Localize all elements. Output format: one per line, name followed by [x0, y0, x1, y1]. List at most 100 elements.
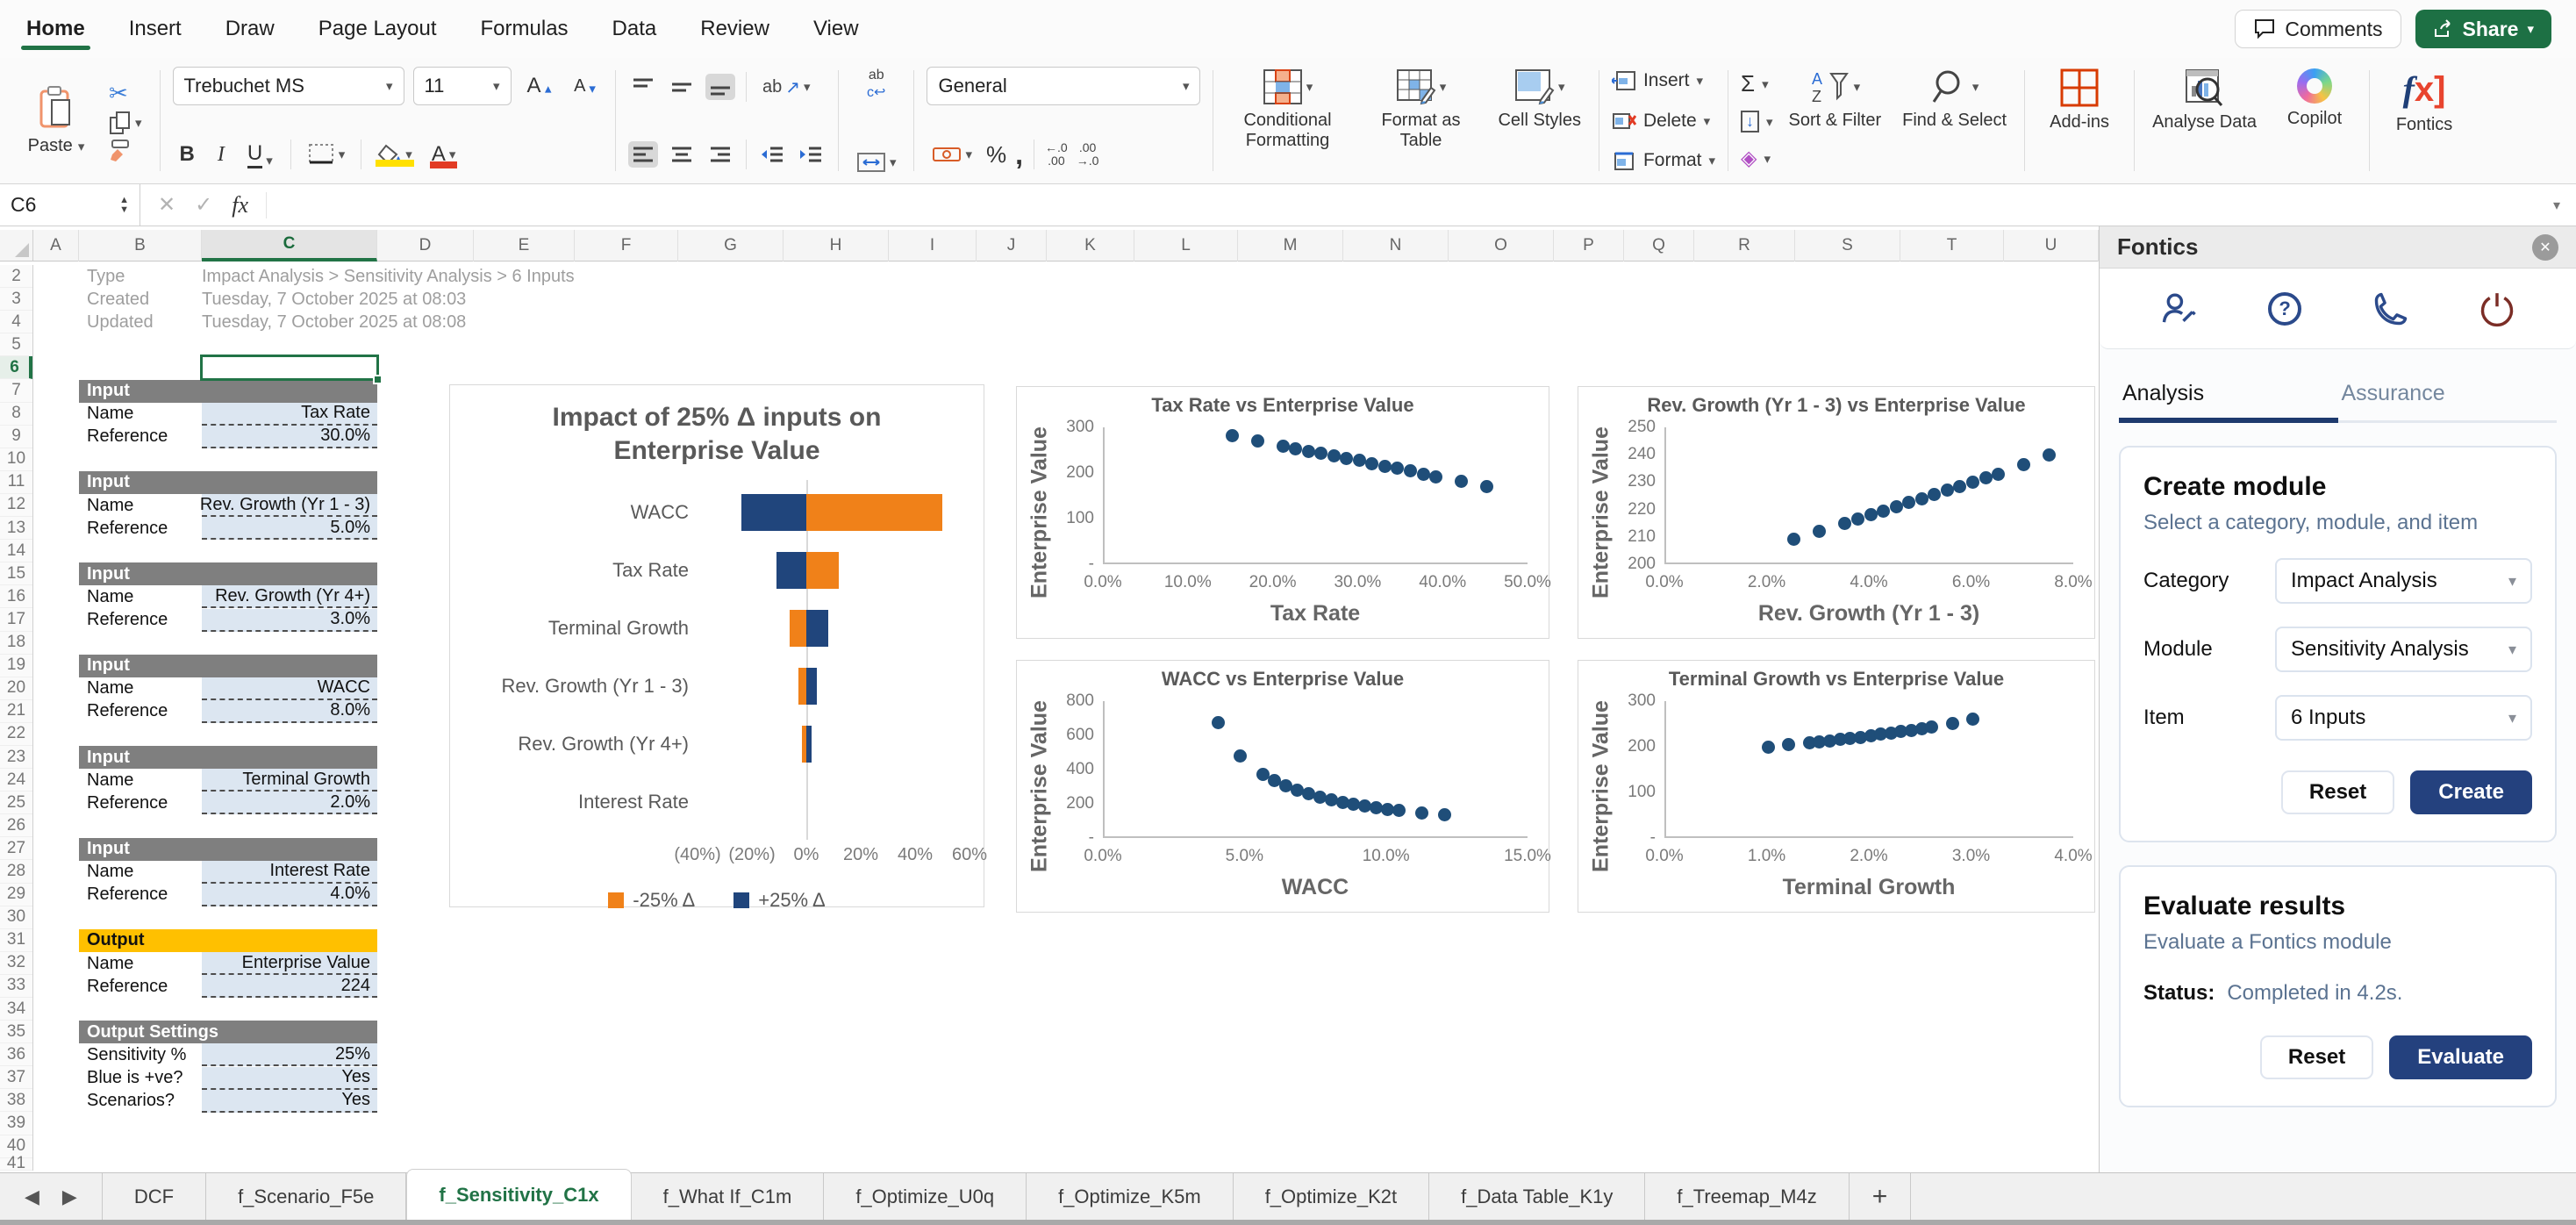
row-header-21[interactable]: 21	[0, 700, 32, 723]
row-header-24[interactable]: 24	[0, 769, 32, 792]
column-header-k[interactable]: K	[1047, 230, 1134, 261]
column-header-s[interactable]: S	[1795, 230, 1900, 261]
field-label-sensitivity-7[interactable]: Sensitivity %	[79, 1043, 202, 1066]
field-value-scenarios-7[interactable]: Yes	[202, 1090, 377, 1113]
field-value-name-4[interactable]: Terminal Growth	[202, 769, 377, 792]
menu-page-layout[interactable]: Page Layout	[317, 4, 439, 54]
field-label-reference-1[interactable]: Reference	[79, 517, 202, 540]
column-header-c[interactable]: C	[202, 230, 377, 261]
field-label-reference-3[interactable]: Reference	[79, 700, 202, 723]
chart-terminal-growth[interactable]: Terminal Growth vs Enterprise ValueEnter…	[1578, 660, 2095, 913]
chart-wacc[interactable]: WACC vs Enterprise ValueEnterprise Value…	[1016, 660, 1549, 913]
format-painter-button[interactable]	[104, 137, 147, 163]
block-header-input-5[interactable]: Input	[79, 838, 377, 861]
field-value-reference-5[interactable]: 4.0%	[202, 884, 377, 906]
insert-function-icon[interactable]: fx	[232, 192, 248, 218]
row-header-12[interactable]: 12	[0, 494, 32, 517]
sheet-tab-f-what-if-c1m[interactable]: f_What If_C1m	[632, 1173, 825, 1220]
field-label-blue-is-ve-7[interactable]: Blue is +ve?	[79, 1067, 202, 1090]
tab-assurance[interactable]: Assurance	[2338, 376, 2558, 420]
row-header-33[interactable]: 33	[0, 975, 32, 998]
field-label-name-4[interactable]: Name	[79, 769, 202, 792]
row-header-39[interactable]: 39	[0, 1112, 32, 1135]
add-ins-button[interactable]: Add-ins	[2037, 65, 2122, 176]
orientation-button[interactable]: ab↗▾	[757, 75, 816, 100]
decrease-font-button[interactable]: A▾	[567, 75, 603, 98]
formula-bar-expand-icon[interactable]: ▾	[2537, 197, 2576, 214]
column-header-j[interactable]: J	[977, 230, 1047, 261]
row-header-18[interactable]: 18	[0, 632, 32, 655]
meta-label-updated[interactable]: Updated	[87, 311, 202, 333]
row-header-38[interactable]: 38	[0, 1089, 32, 1112]
field-value-reference-2[interactable]: 3.0%	[202, 609, 377, 632]
decrease-decimal-button[interactable]: ←.0.00	[1045, 141, 1068, 168]
field-value-reference-0[interactable]: 30.0%	[202, 426, 377, 448]
italic-button[interactable]: I	[211, 141, 232, 168]
column-header-h[interactable]: H	[784, 230, 889, 261]
merge-center-button[interactable]: ▾	[851, 150, 902, 175]
field-value-name-2[interactable]: Rev. Growth (Yr 4+)	[202, 585, 377, 608]
align-top-button[interactable]	[628, 74, 658, 100]
phone-icon[interactable]	[2371, 289, 2411, 329]
font-name-select[interactable]: Trebuchet MS▾	[173, 67, 404, 105]
select-all-corner[interactable]	[0, 230, 33, 261]
find-select-button[interactable]: ▾ Find & Select	[1897, 65, 2012, 176]
evaluate-evaluate-button[interactable]: Evaluate	[2389, 1035, 2532, 1079]
field-value-reference-4[interactable]: 2.0%	[202, 792, 377, 814]
bold-button[interactable]: B	[173, 140, 202, 168]
block-header-input-2[interactable]: Input	[79, 562, 377, 585]
column-header-n[interactable]: N	[1343, 230, 1449, 261]
row-header-23[interactable]: 23	[0, 746, 32, 769]
decrease-indent-button[interactable]	[757, 141, 787, 168]
row-header-36[interactable]: 36	[0, 1043, 32, 1066]
chart-rev-growth-1-3[interactable]: Rev. Growth (Yr 1 - 3) vs Enterprise Val…	[1578, 386, 2095, 639]
field-value-name-0[interactable]: Tax Rate	[202, 403, 377, 426]
row-header-14[interactable]: 14	[0, 540, 32, 562]
delete-cells-button[interactable]: Delete▾	[1612, 111, 1715, 132]
column-header-p[interactable]: P	[1554, 230, 1624, 261]
sheet-tab-f-treemap-m4z[interactable]: f_Treemap_M4z	[1645, 1173, 1849, 1220]
row-header-4[interactable]: 4	[0, 311, 32, 333]
sheet-tab-f-optimize-k5m[interactable]: f_Optimize_K5m	[1027, 1173, 1234, 1220]
row-header-9[interactable]: 9	[0, 426, 32, 448]
column-header-r[interactable]: R	[1694, 230, 1795, 261]
wrap-text-button[interactable]: abc↩	[862, 67, 891, 102]
column-header-i[interactable]: I	[889, 230, 977, 261]
clear-button[interactable]: ◈▾	[1741, 146, 1773, 171]
increase-font-button[interactable]: A▾	[520, 72, 559, 100]
fill-color-button[interactable]: ▾	[372, 142, 418, 167]
share-button[interactable]: Share ▾	[2415, 10, 2551, 48]
row-header-41[interactable]: 41	[0, 1158, 32, 1171]
column-header-g[interactable]: G	[678, 230, 784, 261]
increase-decimal-button[interactable]: .00→.0	[1077, 141, 1099, 168]
cell-styles-button[interactable]: ▾ Cell Styles	[1492, 65, 1585, 176]
comma-style-button[interactable]: ,	[1015, 139, 1023, 171]
align-middle-button[interactable]	[667, 74, 697, 100]
row-header-5[interactable]: 5	[0, 333, 32, 356]
meta-label-created[interactable]: Created	[87, 288, 202, 311]
create-module-reset-button[interactable]: Reset	[2281, 770, 2394, 814]
category-select[interactable]: Impact Analysis▾	[2275, 558, 2532, 604]
column-header-a[interactable]: A	[33, 230, 79, 261]
field-value-name-1[interactable]: Rev. Growth (Yr 1 - 3)	[202, 494, 377, 517]
copy-button[interactable]: ▾	[104, 109, 147, 137]
row-header-20[interactable]: 20	[0, 677, 32, 700]
block-header-output-6[interactable]: Output	[79, 929, 377, 952]
sheet-tab-f-optimize-k2t[interactable]: f_Optimize_K2t	[1234, 1173, 1429, 1220]
row-header-2[interactable]: 2	[0, 265, 32, 288]
copilot-button[interactable]: Copilot	[2272, 65, 2357, 176]
tab-analysis[interactable]: Analysis	[2119, 376, 2338, 420]
column-header-u[interactable]: U	[2004, 230, 2099, 261]
field-label-reference-5[interactable]: Reference	[79, 884, 202, 906]
menu-data[interactable]: Data	[611, 4, 659, 54]
underline-button[interactable]: U▾	[240, 140, 280, 170]
field-label-name-5[interactable]: Name	[79, 861, 202, 884]
align-bottom-button[interactable]	[705, 74, 735, 100]
row-header-8[interactable]: 8	[0, 403, 32, 426]
field-value-name-6[interactable]: Enterprise Value	[202, 952, 377, 975]
close-icon[interactable]: ✕	[2532, 234, 2558, 261]
menu-home[interactable]: Home	[25, 4, 87, 54]
sheet-tab-f-scenario-f5e[interactable]: f_Scenario_F5e	[206, 1173, 406, 1220]
align-right-button[interactable]	[705, 141, 735, 168]
profile-icon[interactable]	[2158, 289, 2199, 329]
